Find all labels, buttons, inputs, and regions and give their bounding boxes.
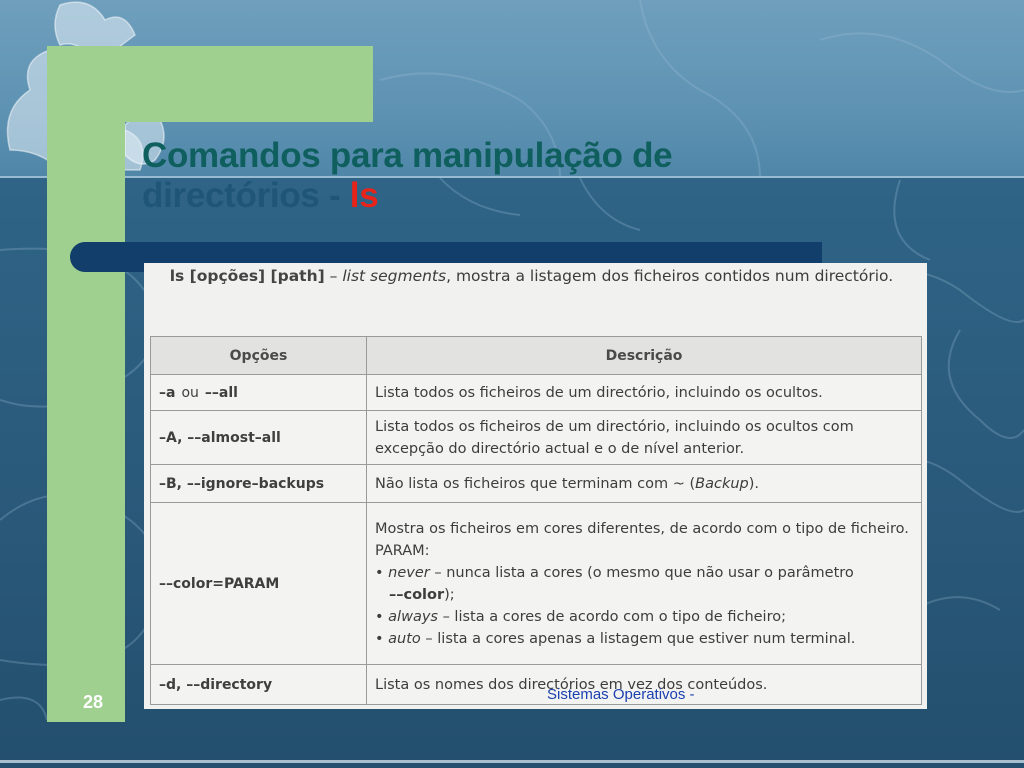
slide-title: Comandos para manipulação de directórios… [142,136,822,216]
bullet-auto: • auto – lista a cores apenas a listagem… [375,628,915,650]
bullet-term: always [388,608,438,625]
option-cell: –d, ––directory [150,664,367,705]
bullet-char: • [375,608,384,625]
bullet-char: • [375,564,384,581]
bullet-never-cont: ––color); [375,584,915,606]
green-accent-horizontal [47,46,373,122]
desc-paragraph: Mostra os ficheiros em cores diferentes,… [375,520,909,537]
slide-number: 28 [82,692,104,712]
table-row: ––color=PARAM Mostra os ficheiros em cor… [150,502,922,665]
desc-italic: Backup [695,475,749,492]
option-cell: –B, ––ignore–backups [150,464,367,503]
title-command: ls [349,176,379,215]
bottom-accent-line [0,760,1024,763]
table-row: –A, ––almost–all Lista todos os ficheiro… [150,410,922,465]
description-cell: Lista todos os ficheiros de um directóri… [366,374,922,411]
option-all: ––all [204,384,238,401]
bullet-term: never [388,564,430,581]
table-row: –B, ––ignore–backups Não lista os fichei… [150,464,922,503]
title-line-2-text: directórios - [142,176,350,215]
options-table: Opções Descrição –a ou ––all Lista todos o… [150,336,922,705]
table-row: –d, ––directory Lista os nomes dos direc… [150,664,922,705]
bullet-text: – nunca lista a cores (o mesmo que não u… [429,564,854,581]
bullet-char: • [375,630,384,647]
option-or: ou [181,384,199,401]
bullet-end: ); [444,586,455,603]
option-cell: ––color=PARAM [150,502,367,665]
option-a: –a [159,384,176,401]
doc-intro: ls [opções] [path] – list segments, most… [150,263,925,289]
option-cell: –A, ––almost–all [150,410,367,465]
intro-italic: list segments [342,267,447,285]
description-cell: Não lista os ficheiros que terminam com … [366,464,922,503]
bullet-text: – lista a cores apenas a listagem que es… [420,630,856,647]
bullet-always: • always – lista a cores de acordo com o… [375,606,915,628]
bullet-term: auto [388,630,421,647]
title-line-2: directórios - ls [142,176,822,216]
intro-rest: , mostra a listagem dos ficheiros contid… [446,267,894,285]
title-line-1: Comandos para manipulação de [142,136,673,175]
bullet-text: – lista a cores de acordo com o tipo de … [437,608,786,625]
desc-post: ). [748,475,760,492]
table-row: –a ou ––all Lista todos os ficheiros de um… [150,374,922,411]
option-cell: –a ou ––all [150,374,367,411]
bullet-bold: ––color [389,586,445,603]
desc-pre: Não lista os ficheiros que terminam com … [375,475,696,492]
description-cell: Lista todos os ficheiros de um directóri… [366,410,922,465]
intro-syntax: ls [opções] [path] [169,267,325,285]
intro-dash: – [324,267,343,285]
header-options: Opções [150,336,367,375]
scanned-document-image: ls [opções] [path] – list segments, most… [144,263,927,709]
table-header-row: Opções Descrição [150,336,922,375]
green-accent-vertical [47,46,125,722]
desc-param-label: PARAM: [375,542,430,559]
footer-text: Sistemas Operativos - [547,686,695,703]
header-description: Descrição [366,336,922,375]
description-cell: Mostra os ficheiros em cores diferentes,… [366,502,922,665]
bullet-never: • never – nunca lista a cores (o mesmo q… [375,562,915,584]
